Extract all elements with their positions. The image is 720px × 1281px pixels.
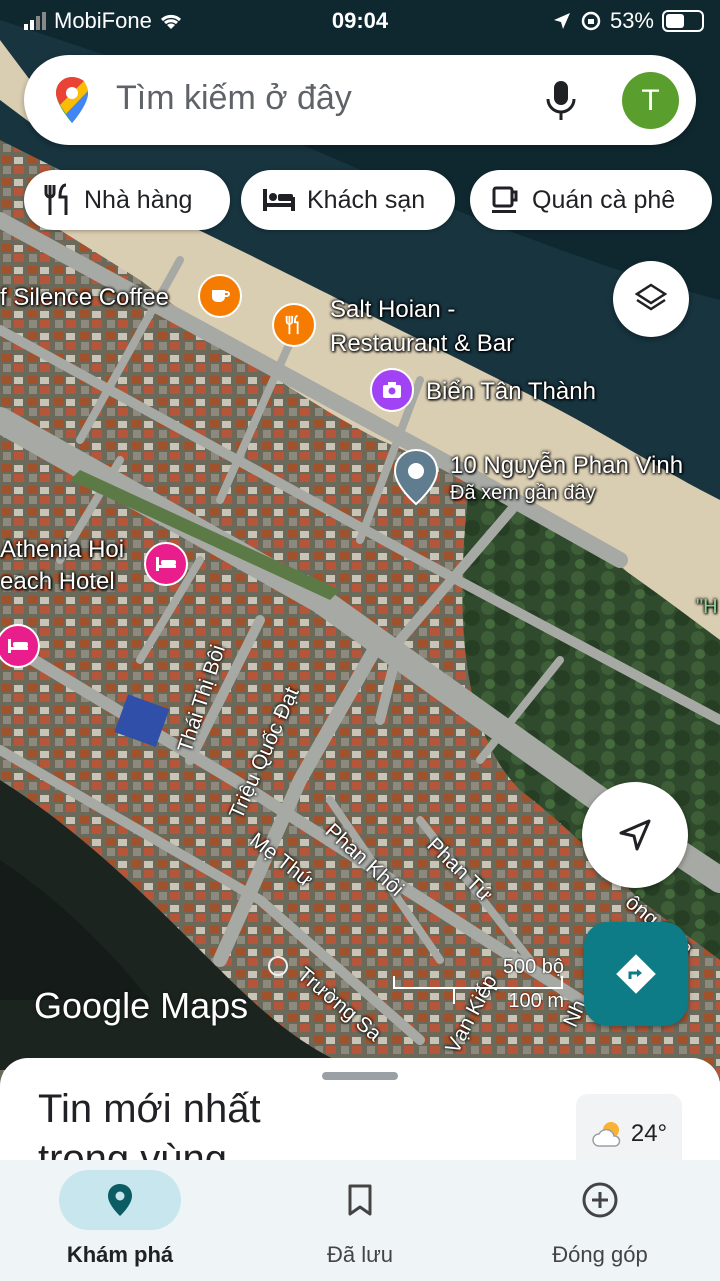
rotation-lock-icon: [581, 11, 601, 31]
restaurant-poi-icon[interactable]: [272, 303, 316, 347]
athenia-label-line2[interactable]: each Hotel: [0, 568, 115, 596]
location-arrow-icon: [553, 13, 570, 29]
chip-hotels[interactable]: Khách sạn: [241, 170, 455, 230]
silence-coffee-label[interactable]: f Silence Coffee: [0, 284, 169, 312]
bottom-navigation: Khám phá Đã lưu Đóng góp: [0, 1160, 720, 1281]
temperature: 24°: [630, 1120, 668, 1147]
edge-place-label: "H: [696, 596, 718, 618]
nav-label: Khám phá: [66, 1242, 174, 1267]
hotel-poi-icon[interactable]: [144, 542, 188, 586]
google-maps-logo-icon: [56, 77, 88, 123]
weather-chip[interactable]: 24°: [576, 1094, 682, 1168]
fork-knife-icon: [44, 183, 68, 215]
add-circle-icon: [582, 1182, 618, 1218]
bed-icon: [263, 189, 295, 211]
google-maps-watermark: Google Maps: [34, 985, 249, 1026]
directions-button[interactable]: [584, 922, 688, 1026]
bookmark-icon: [348, 1184, 372, 1216]
nav-saved[interactable]: Đã lưu: [240, 1160, 480, 1281]
chip-label: Quán cà phê: [532, 185, 676, 214]
my-location-button[interactable]: [582, 782, 688, 888]
location-pin-icon: [108, 1184, 132, 1216]
salt-hoian-label-line2[interactable]: Restaurant & Bar: [330, 330, 514, 358]
navigation-arrow-icon: [619, 819, 651, 851]
chip-cafes[interactable]: Quán cà phê: [470, 170, 712, 230]
chip-restaurants[interactable]: Nhà hàng: [24, 170, 230, 230]
bien-tan-thanh-label[interactable]: Biển Tân Thành: [426, 378, 596, 406]
nav-active-indicator: [59, 1170, 181, 1230]
directions-icon: [616, 954, 656, 994]
battery-icon: [662, 10, 704, 32]
saved-note-label: Đã xem gần đây: [450, 482, 596, 504]
status-bar: MobiFone 09:04 53%: [0, 0, 720, 40]
status-right-group: 53%: [552, 8, 704, 34]
nav-label: Đã lưu: [326, 1242, 394, 1267]
scale-metric: 100 m: [508, 990, 564, 1012]
layers-icon: [634, 283, 668, 311]
chip-label: Nhà hàng: [84, 185, 193, 214]
account-avatar[interactable]: T: [622, 72, 679, 129]
layers-button[interactable]: [613, 261, 689, 337]
battery-percent: 53%: [609, 8, 654, 33]
saved-address-label[interactable]: 10 Nguyễn Phan Vinh: [450, 452, 683, 480]
search-input[interactable]: Tìm kiếm ở đây: [116, 79, 352, 118]
nav-icon-wrap: [539, 1170, 661, 1230]
athenia-label-line1[interactable]: Athenia Hoi: [0, 536, 124, 564]
partly-cloudy-icon: [592, 1122, 621, 1147]
scale-imperial: 500 bộ: [502, 956, 564, 978]
search-bar[interactable]: Tìm kiếm ở đây T: [24, 55, 696, 145]
coffee-poi-icon[interactable]: [198, 274, 242, 318]
sheet-drag-handle[interactable]: [322, 1072, 398, 1080]
coffee-cup-icon: [492, 186, 518, 213]
nav-explore[interactable]: Khám phá: [0, 1160, 240, 1281]
bottom-sheet[interactable]: Tin mới nhất trong vùng 24°: [0, 1058, 720, 1168]
chip-label: Khách sạn: [307, 185, 426, 214]
saved-location-pin-icon[interactable]: [392, 448, 440, 511]
photo-poi-icon[interactable]: [370, 368, 414, 412]
microphone-icon[interactable]: [544, 79, 578, 123]
transit-circle-icon: [268, 956, 288, 976]
nav-label: Đóng góp: [552, 1242, 648, 1267]
sheet-title: Tin mới nhất trong vùng: [38, 1087, 261, 1168]
salt-hoian-label-line1[interactable]: Salt Hoian -: [330, 296, 455, 324]
nav-icon-wrap: [299, 1170, 421, 1230]
map-scale: 500 bộ 100 m: [392, 956, 564, 1016]
nav-contribute[interactable]: Đóng góp: [480, 1160, 720, 1281]
